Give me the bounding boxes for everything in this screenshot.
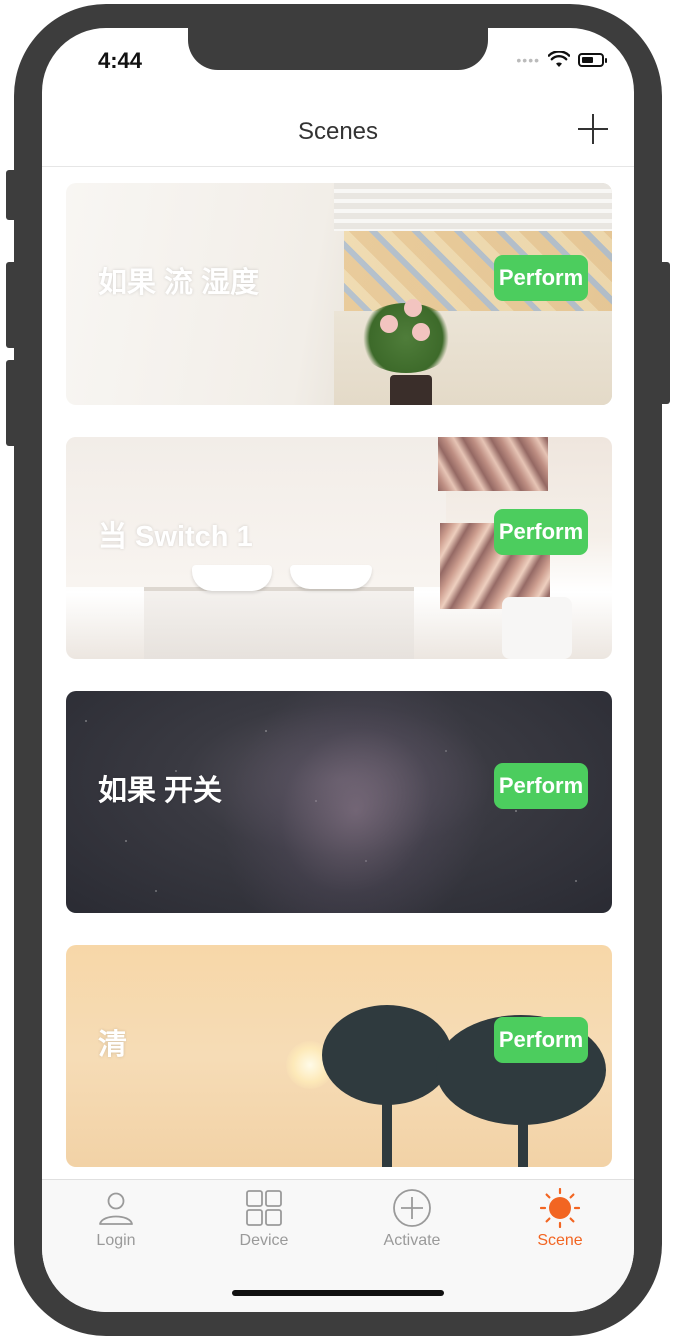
perform-button[interactable]: Perform	[494, 763, 588, 809]
scene-card[interactable]: 清 Perform	[66, 945, 612, 1167]
tab-device[interactable]: Device	[204, 1188, 324, 1258]
flower	[404, 299, 422, 317]
flower	[412, 323, 430, 341]
tab-activate[interactable]: Activate	[352, 1188, 472, 1258]
cellular-signal-icon: ••••	[516, 52, 540, 68]
wifi-icon	[548, 51, 570, 67]
battery-icon	[578, 53, 607, 67]
scene-title: 当 Switch 1	[98, 521, 253, 553]
navigation-bar: Scenes	[42, 98, 634, 167]
status-indicators: ••••	[516, 48, 607, 72]
scene-card[interactable]: 当 Switch 1 Perform	[66, 437, 612, 659]
notch	[188, 28, 488, 70]
toilet	[502, 597, 572, 659]
sink	[290, 565, 372, 589]
scene-title: 如果 开关	[98, 775, 223, 807]
app-screen: 4:44 •••• Scenes 如果 流 湿度 Perform 当 Switc…	[42, 28, 634, 1312]
user-icon	[99, 1192, 133, 1225]
page-title: Scenes	[297, 118, 379, 145]
tab-label: Device	[239, 1232, 289, 1249]
status-time: 4:44	[98, 48, 143, 73]
add-scene-button[interactable]	[576, 112, 610, 146]
sink	[192, 565, 272, 591]
room-window-plant-image	[334, 183, 612, 231]
plant-pot	[390, 375, 432, 405]
scene-title: 如果 流 湿度	[98, 267, 260, 299]
plus-circle-icon	[393, 1189, 431, 1227]
tab-label: Scene	[537, 1232, 583, 1249]
tab-scene[interactable]: Scene	[500, 1188, 620, 1258]
home-indicator	[232, 1290, 444, 1296]
scene-title: 清	[98, 1029, 128, 1061]
wall-art	[438, 437, 548, 491]
vanity	[144, 587, 414, 659]
perform-button[interactable]: Perform	[494, 255, 588, 301]
device-grid-icon	[246, 1190, 282, 1226]
palm-tree	[322, 1005, 452, 1105]
sun-icon	[540, 1188, 580, 1228]
palm-trunk	[518, 1115, 528, 1167]
tab-label: Activate	[383, 1232, 441, 1249]
flower	[380, 315, 398, 333]
palm-trunk	[382, 1095, 392, 1167]
tab-label: Login	[96, 1232, 136, 1249]
scene-card[interactable]: 如果 开关 Perform	[66, 691, 612, 913]
perform-button[interactable]: Perform	[494, 509, 588, 555]
perform-button[interactable]: Perform	[494, 1017, 588, 1063]
scene-list[interactable]: 如果 流 湿度 Perform 当 Switch 1 Perform 如果 开关…	[42, 167, 634, 1179]
scene-card[interactable]: 如果 流 湿度 Perform	[66, 183, 612, 405]
tab-login[interactable]: Login	[56, 1188, 176, 1258]
